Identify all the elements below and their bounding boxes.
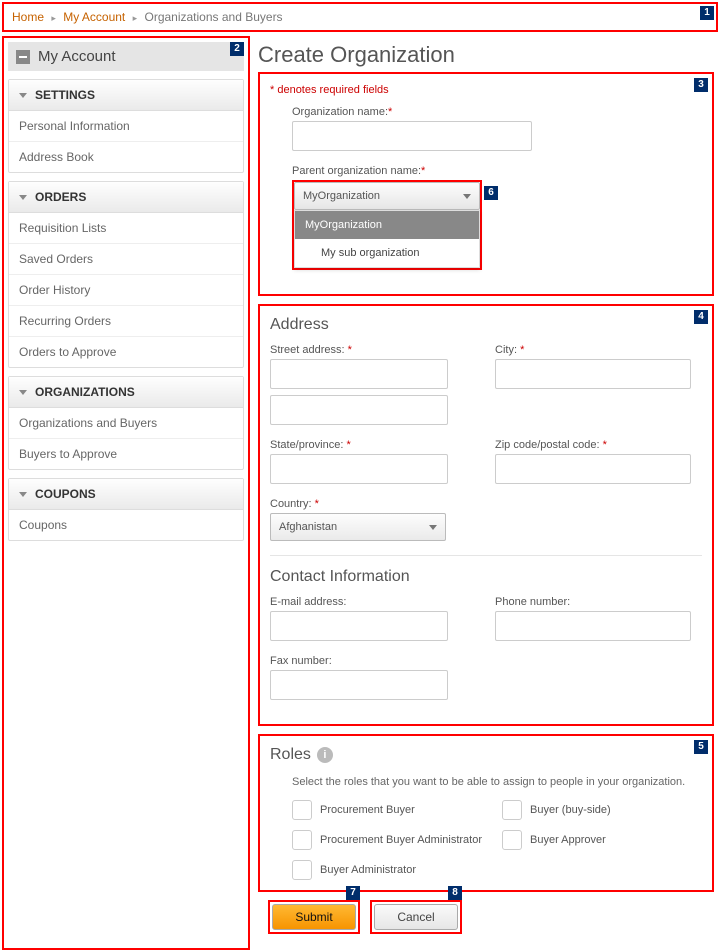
parent-org-dropdown-list: MyOrganization My sub organization [294,210,480,268]
state-label: State/province: * [270,439,477,451]
city-label: City: * [495,344,702,356]
role-label: Procurement Buyer Administrator [320,834,482,846]
submit-button[interactable]: Submit [272,904,356,930]
chevron-down-icon [19,492,27,497]
dropdown-option-myorganization[interactable]: MyOrganization [295,211,479,239]
callout-4: 4 [694,310,708,324]
sidebar-item-order-history[interactable]: Order History [9,275,243,306]
org-name-label: Organization name:* [292,106,702,118]
sidebar-title: My Account [38,48,116,65]
section-label: ORGANIZATIONS [35,385,135,399]
page-title: Create Organization [258,42,714,68]
role-label: Buyer Approver [530,834,606,846]
chevron-down-icon [463,194,471,199]
street-input-1[interactable] [270,359,448,389]
chevron-down-icon [19,390,27,395]
section-label: COUPONS [35,487,96,501]
role-label: Buyer Administrator [320,864,416,876]
roles-title: Roles [270,746,311,764]
phone-label: Phone number: [495,596,702,608]
sidebar-item-recurring-orders[interactable]: Recurring Orders [9,306,243,337]
role-checkbox-procurement-buyer-admin[interactable] [292,830,312,850]
role-checkbox-buyer-approver[interactable] [502,830,522,850]
address-title: Address [270,316,702,334]
city-input[interactable] [495,359,691,389]
parent-org-label: Parent organization name:* [292,165,702,177]
street-input-2[interactable] [270,395,448,425]
parent-org-dropdown: 6 MyOrganization MyOrganization My sub o… [292,180,482,270]
email-label: E-mail address: [270,596,477,608]
email-input[interactable] [270,611,448,641]
organization-form-section: 3 * denotes required fields Organization… [258,72,714,296]
callout-6: 6 [484,186,498,200]
sidebar-item-saved-orders[interactable]: Saved Orders [9,244,243,275]
street-label: Street address: * [270,344,477,356]
section-label: ORDERS [35,190,86,204]
divider [270,555,702,556]
info-icon[interactable]: i [317,747,333,763]
breadcrumb-sep: ▸ [51,13,56,23]
phone-input[interactable] [495,611,691,641]
chevron-down-icon [19,93,27,98]
parent-org-dropdown-button[interactable]: MyOrganization [294,182,480,210]
required-note: * denotes required fields [270,84,702,96]
role-checkbox-buyer-administrator[interactable] [292,860,312,880]
roles-hint: Select the roles that you want to be abl… [292,776,702,788]
breadcrumb-home[interactable]: Home [12,10,44,24]
address-section: 4 Address Street address: * City: * [258,304,714,726]
section-label: SETTINGS [35,88,95,102]
role-checkbox-buyer-buy-side[interactable] [502,800,522,820]
callout-1: 1 [700,6,714,20]
sidebar-section-organizations[interactable]: ORGANIZATIONS [9,377,243,408]
sidebar-title-bar[interactable]: My Account [8,42,244,71]
cancel-button[interactable]: Cancel [374,904,458,930]
callout-7: 7 [346,886,360,900]
sidebar-item-organizations-and-buyers[interactable]: Organizations and Buyers [9,408,243,439]
callout-2: 2 [230,42,244,56]
collapse-icon [16,50,30,64]
zip-label: Zip code/postal code: * [495,439,702,451]
sidebar-item-orders-to-approve[interactable]: Orders to Approve [9,337,243,367]
breadcrumb: Home ▸ My Account ▸ Organizations and Bu… [2,2,718,32]
dropdown-option-my-sub-organization[interactable]: My sub organization [295,239,479,267]
breadcrumb-my-account[interactable]: My Account [63,10,125,24]
sidebar: 2 My Account SETTINGS Personal Informati… [2,36,250,950]
sidebar-section-coupons[interactable]: COUPONS [9,479,243,510]
role-label: Buyer (buy-side) [530,804,611,816]
breadcrumb-current: Organizations and Buyers [144,10,282,24]
main-content: Create Organization 3 * denotes required… [252,34,720,952]
chevron-down-icon [429,525,437,530]
org-name-input[interactable] [292,121,532,151]
sidebar-section-settings[interactable]: SETTINGS [9,80,243,111]
state-input[interactable] [270,454,448,484]
callout-5: 5 [694,740,708,754]
role-label: Procurement Buyer [320,804,415,816]
parent-org-selected: MyOrganization [303,190,380,202]
chevron-down-icon [19,195,27,200]
fax-input[interactable] [270,670,448,700]
sidebar-item-requisition-lists[interactable]: Requisition Lists [9,213,243,244]
contact-title: Contact Information [270,568,702,586]
fax-label: Fax number: [270,655,702,667]
sidebar-item-personal-information[interactable]: Personal Information [9,111,243,142]
callout-8: 8 [448,886,462,900]
country-label: Country: * [270,498,702,510]
role-checkbox-procurement-buyer[interactable] [292,800,312,820]
sidebar-section-orders[interactable]: ORDERS [9,182,243,213]
zip-input[interactable] [495,454,691,484]
country-value: Afghanistan [279,521,337,533]
breadcrumb-sep: ▸ [133,13,138,23]
sidebar-item-address-book[interactable]: Address Book [9,142,243,172]
sidebar-item-coupons[interactable]: Coupons [9,510,243,540]
roles-section: 5 Roles i Select the roles that you want… [258,734,714,892]
callout-3: 3 [694,78,708,92]
sidebar-item-buyers-to-approve[interactable]: Buyers to Approve [9,439,243,469]
country-select[interactable]: Afghanistan [270,513,446,541]
